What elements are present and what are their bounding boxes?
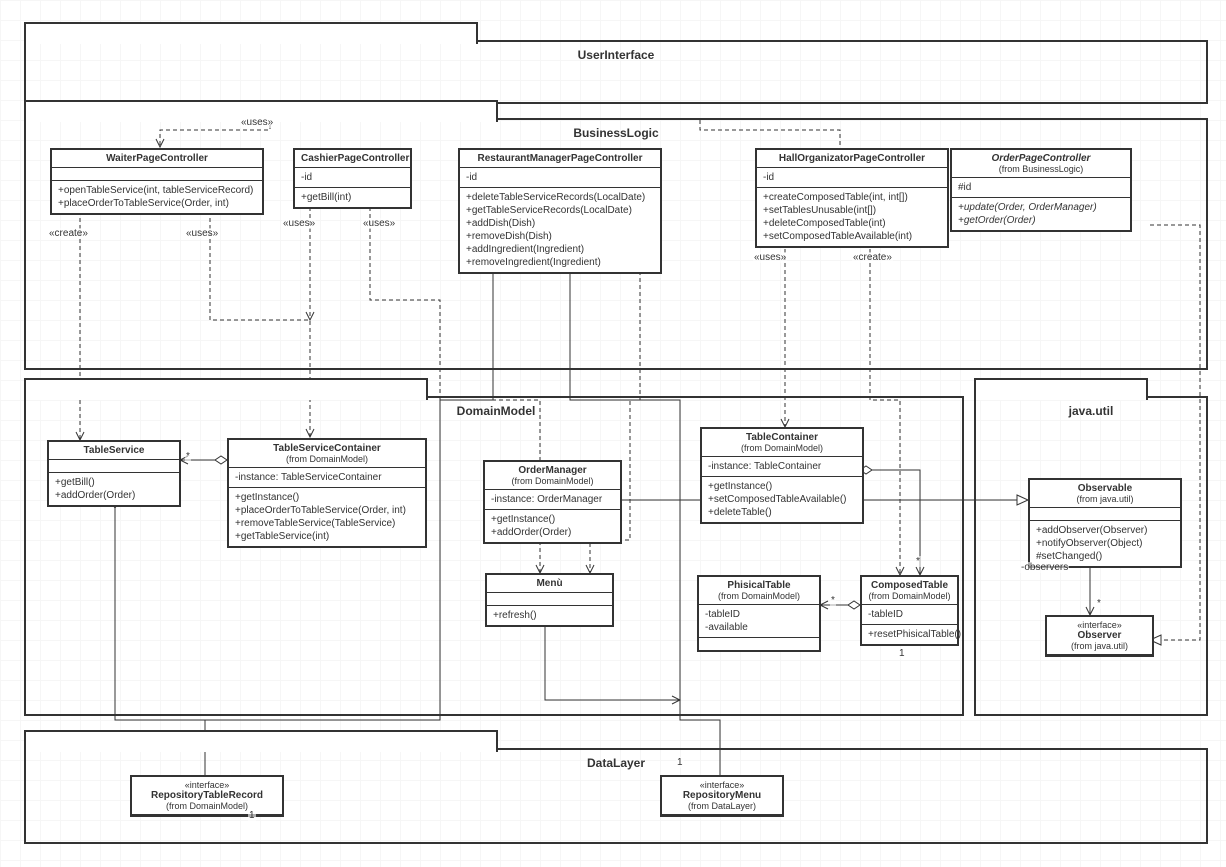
class-name: RestaurantManagerPageController: [466, 153, 654, 164]
class-attrs: #id: [952, 178, 1130, 198]
class-ops: +refresh(): [487, 606, 612, 625]
pkg-title: java.util: [976, 404, 1206, 418]
class-name: Observer: [1053, 630, 1146, 641]
pkg-title: BusinessLogic: [26, 126, 1206, 140]
class-attrs: -id: [460, 168, 660, 188]
class-ops: +getInstance() +placeOrderToTableService…: [229, 488, 425, 546]
class-orderpagecontroller[interactable]: OrderPageController(from BusinessLogic) …: [950, 148, 1132, 232]
class-observer[interactable]: «interface»Observer(from java.util): [1045, 615, 1154, 657]
class-name: RepositoryMenu: [668, 790, 776, 801]
class-tableservicecontainer[interactable]: TableServiceContainer(from DomainModel) …: [227, 438, 427, 548]
class-ops: +openTableService(int, tableServiceRecor…: [52, 181, 262, 213]
label-one: 1: [676, 757, 684, 768]
class-name: WaiterPageController: [58, 153, 256, 164]
class-from: (from DomainModel): [868, 591, 951, 601]
class-attrs: -instance: OrderManager: [485, 490, 620, 510]
label-uses: «uses»: [240, 117, 274, 128]
label-star: *: [830, 595, 836, 606]
class-name: TableServiceContainer: [235, 443, 419, 454]
class-name: Menù: [493, 578, 606, 589]
label-create: «create»: [48, 228, 89, 239]
class-from: (from java.util): [1036, 494, 1174, 504]
stereotype: «interface»: [138, 780, 276, 790]
pkg-title: DataLayer: [26, 756, 1206, 770]
label-one: 1: [898, 648, 906, 659]
class-attrs: -id: [295, 168, 410, 188]
class-name: HallOrganizatorPageController: [763, 153, 941, 164]
label-uses: «uses»: [362, 218, 396, 229]
class-attrs: -instance: TableServiceContainer: [229, 468, 425, 488]
class-tablecontainer[interactable]: TableContainer(from DomainModel) -instan…: [700, 427, 864, 524]
class-phisicaltable[interactable]: PhisicalTable(from DomainModel) -tableID…: [697, 575, 821, 652]
stereotype: «interface»: [1053, 620, 1146, 630]
class-composedtable[interactable]: ComposedTable(from DomainModel) -tableID…: [860, 575, 959, 646]
class-repositorytablerecord[interactable]: «interface»RepositoryTableRecord(from Do…: [130, 775, 284, 817]
class-name: RepositoryTableRecord: [138, 790, 276, 801]
class-name: TableService: [55, 445, 173, 456]
class-name: PhisicalTable: [705, 580, 813, 591]
class-attrs: -id: [757, 168, 947, 188]
label-uses: «uses»: [185, 228, 219, 239]
class-tableservice[interactable]: TableService +getBill() +addOrder(Order): [47, 440, 181, 507]
label-uses: «uses»: [753, 252, 787, 263]
label-observers: -observers: [1020, 562, 1069, 573]
class-from: (from DomainModel): [235, 454, 419, 464]
class-ops: +getInstance() +setComposedTableAvailabl…: [702, 477, 862, 522]
label-star: *: [185, 451, 191, 462]
class-ordermanager[interactable]: OrderManager(from DomainModel) -instance…: [483, 460, 622, 544]
label-uses: «uses»: [282, 218, 316, 229]
class-cashierpagecontroller[interactable]: CashierPageController -id +getBill(int): [293, 148, 412, 209]
class-waiterpagecontroller[interactable]: WaiterPageController +openTableService(i…: [50, 148, 264, 215]
class-attrs: -instance: TableContainer: [702, 457, 862, 477]
pkg-userinterface: UserInterface: [24, 40, 1208, 104]
class-name: TableContainer: [708, 432, 856, 443]
label-one: 1: [248, 810, 256, 821]
class-attrs: -tableID: [862, 605, 957, 625]
class-ops: +getBill() +addOrder(Order): [49, 473, 179, 505]
class-menu[interactable]: Menù +refresh(): [485, 573, 614, 627]
class-from: (from DomainModel): [708, 443, 856, 453]
class-restaurantmanagerpagecontroller[interactable]: RestaurantManagerPageController -id +del…: [458, 148, 662, 274]
class-from: (from DomainModel): [491, 476, 614, 486]
class-ops: +update(Order, OrderManager) +getOrder(O…: [952, 198, 1130, 230]
class-from: (from DataLayer): [668, 801, 776, 811]
class-name: OrderPageController: [958, 153, 1124, 164]
class-name: CashierPageController: [301, 153, 404, 164]
class-from: (from DomainModel): [705, 591, 813, 601]
class-ops: +getInstance() +addOrder(Order): [485, 510, 620, 542]
label-create: «create»: [852, 252, 893, 263]
label-star: *: [915, 556, 921, 567]
class-repositorymenu[interactable]: «interface»RepositoryMenu(from DataLayer…: [660, 775, 784, 817]
class-ops: +addObserver(Observer) +notifyObserver(O…: [1030, 521, 1180, 566]
class-observable[interactable]: Observable(from java.util) +addObserver(…: [1028, 478, 1182, 568]
class-attrs: -tableID -available: [699, 605, 819, 638]
class-hallorganizatorpagecontroller[interactable]: HallOrganizatorPageController -id +creat…: [755, 148, 949, 248]
class-ops: +deleteTableServiceRecords(LocalDate) +g…: [460, 188, 660, 272]
class-ops: +createComposedTable(int, int[]) +setTab…: [757, 188, 947, 246]
stereotype: «interface»: [668, 780, 776, 790]
class-name: OrderManager: [491, 465, 614, 476]
class-ops: +resetPhisicalTable(): [862, 625, 957, 644]
class-name: Observable: [1036, 483, 1174, 494]
pkg-title: DomainModel: [346, 404, 646, 418]
class-from: (from BusinessLogic): [958, 164, 1124, 174]
class-ops: +getBill(int): [295, 188, 410, 207]
pkg-title: UserInterface: [26, 48, 1206, 62]
label-star: *: [1096, 598, 1102, 609]
diagram-canvas: UserInterface BusinessLogic DomainModel …: [0, 0, 1226, 867]
class-from: (from java.util): [1053, 641, 1146, 651]
class-name: ComposedTable: [868, 580, 951, 591]
